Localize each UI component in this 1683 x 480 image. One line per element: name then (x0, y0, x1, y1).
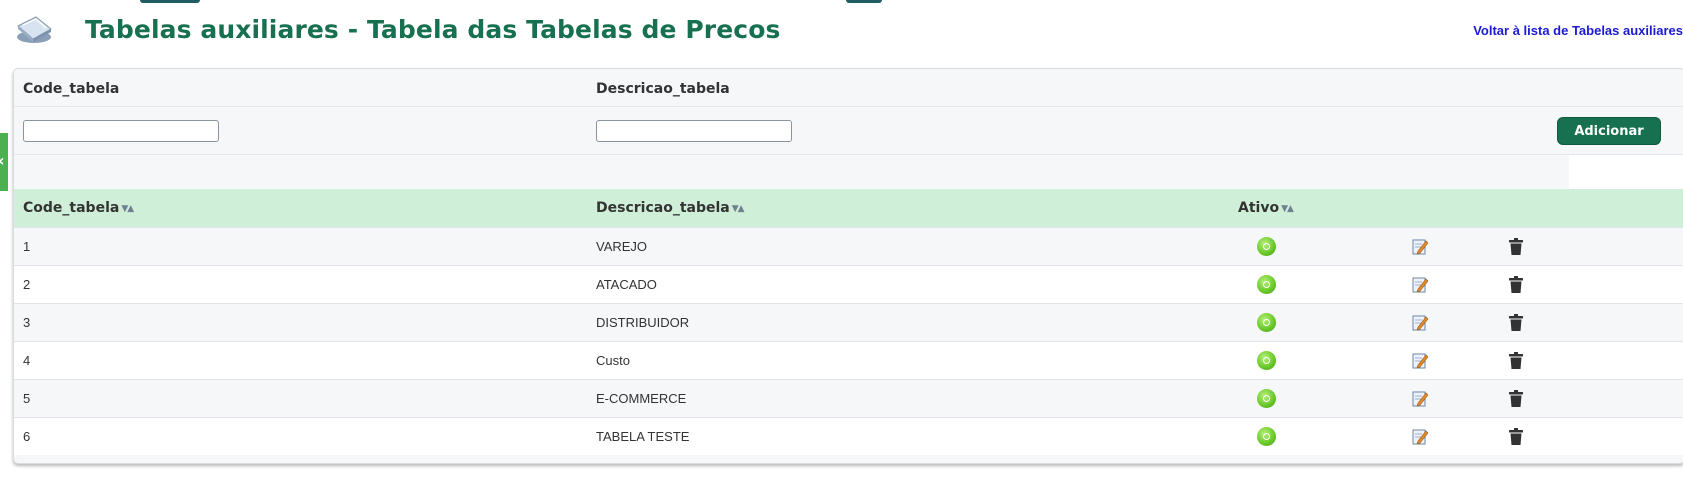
active-status-icon[interactable] (1257, 351, 1276, 370)
edit-icon[interactable] (1412, 428, 1428, 445)
column-header-code[interactable]: Code_tabela ▼▲ (23, 200, 134, 216)
filter-header: Code_tabela Descricao_tabela (14, 69, 1683, 107)
filter-label-descricao: Descricao_tabela (596, 81, 730, 97)
add-button[interactable]: Adicionar (1557, 117, 1661, 145)
filter-row: Adicionar (14, 108, 1683, 155)
cell-code: 3 (23, 315, 31, 330)
cell-descricao: ATACADO (596, 277, 657, 292)
active-status-icon[interactable] (1257, 427, 1276, 446)
filter-label-code: Code_tabela (23, 81, 120, 97)
table-row: 1 VAREJO (14, 227, 1683, 265)
active-status-icon[interactable] (1257, 389, 1276, 408)
column-header-code-label: Code_tabela (23, 200, 120, 216)
cell-code: 1 (23, 239, 31, 254)
table-panel: Code_tabela Descricao_tabela Adicionar C… (13, 68, 1683, 464)
back-to-list-link[interactable]: Voltar à lista de Tabelas auxiliares (1473, 23, 1683, 38)
active-status-icon[interactable] (1257, 313, 1276, 332)
table-row: 3 DISTRIBUIDOR (14, 303, 1683, 341)
active-status-icon[interactable] (1257, 275, 1276, 294)
cell-descricao: VAREJO (596, 239, 648, 254)
trash-icon[interactable] (1509, 314, 1523, 331)
active-status-icon[interactable] (1257, 237, 1276, 256)
cell-descricao: E-COMMERCE (596, 391, 687, 406)
cell-descricao: TABELA TESTE (596, 429, 690, 444)
cell-code: 4 (23, 353, 31, 368)
edit-icon[interactable] (1412, 390, 1428, 407)
grid-header: Code_tabela ▼▲ Descricao_tabela ▼▲ Ativo ▼▲ (14, 189, 1683, 227)
cell-descricao: Custo (596, 353, 630, 368)
cell-code: 6 (23, 429, 31, 444)
trash-icon[interactable] (1509, 276, 1523, 293)
column-header-ativo-label: Ativo (1238, 200, 1280, 216)
top-strip (846, 0, 882, 3)
table-row: 2 ATACADO (14, 265, 1683, 303)
cell-code: 2 (23, 277, 31, 292)
trash-icon[interactable] (1509, 352, 1523, 369)
edit-icon[interactable] (1412, 276, 1428, 293)
trash-icon[interactable] (1509, 390, 1523, 407)
table-row: 4 Custo (14, 341, 1683, 379)
cell-code: 5 (23, 391, 31, 406)
trash-icon[interactable] (1509, 428, 1523, 445)
side-toggle-tab[interactable]: ‹ (0, 133, 8, 191)
edit-icon[interactable] (1412, 314, 1428, 331)
sort-icon[interactable]: ▼▲ (732, 204, 745, 214)
tablet-stack-icon (17, 16, 52, 43)
chevron-left-icon: ‹ (0, 153, 5, 169)
edit-icon[interactable] (1412, 352, 1428, 369)
page-title: Tabelas auxiliares - Tabela das Tabelas … (85, 15, 781, 44)
table-row: 5 E-COMMERCE (14, 379, 1683, 417)
code-filter-input[interactable] (23, 120, 219, 142)
sort-icon[interactable]: ▼▲ (1281, 204, 1294, 214)
sort-icon[interactable]: ▼▲ (121, 204, 134, 214)
spacer-block (1569, 155, 1683, 189)
edit-icon[interactable] (1412, 238, 1428, 255)
toolbar-spacer (14, 155, 1683, 189)
descricao-filter-input[interactable] (596, 120, 792, 142)
column-header-descricao-label: Descricao_tabela (596, 200, 730, 216)
column-header-descricao[interactable]: Descricao_tabela ▼▲ (596, 200, 745, 216)
top-strip (140, 0, 200, 3)
table-row: 6 TABELA TESTE (14, 417, 1683, 455)
cell-descricao: DISTRIBUIDOR (596, 315, 690, 330)
column-header-ativo[interactable]: Ativo ▼▲ (1238, 200, 1294, 216)
trash-icon[interactable] (1509, 238, 1523, 255)
